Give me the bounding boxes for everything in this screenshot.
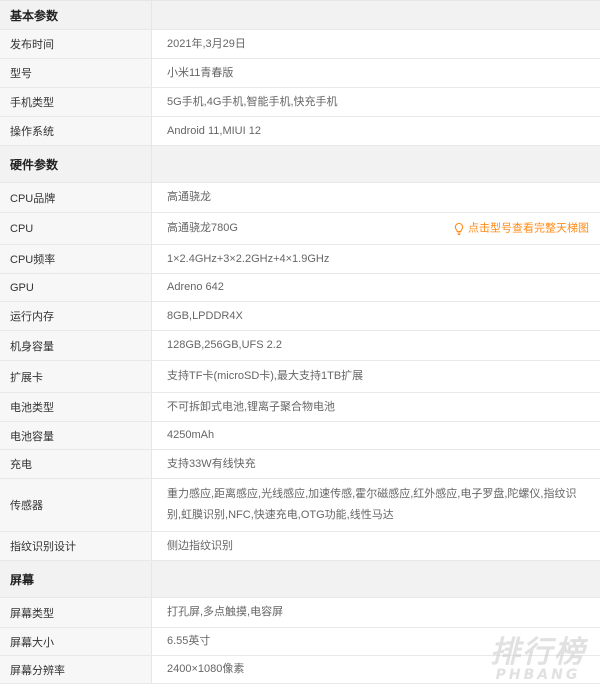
spec-value: 高通骁龙780G	[167, 222, 238, 234]
spec-row-model: 型号 小米11青春版	[0, 59, 600, 88]
spec-value: 支持33W有线快充	[167, 457, 256, 470]
section-title: 基本参数	[0, 1, 152, 29]
watermark-main: 排行榜	[490, 635, 586, 670]
spec-row-cpu-brand: CPU品牌 高通骁龙	[0, 183, 600, 213]
spec-value: 侧边指纹识别	[167, 539, 233, 552]
spec-value: 128GB,256GB,UFS 2.2	[167, 339, 282, 351]
spec-label: 充电	[0, 450, 152, 478]
spec-label: 传感器	[0, 479, 152, 531]
section-header-screen: 屏幕	[0, 561, 600, 598]
tip-text: 点击型号查看完整天梯图	[468, 222, 589, 234]
spec-label: 发布时间	[0, 30, 152, 58]
spec-row-charging: 充电 支持33W有线快充	[0, 450, 600, 479]
spec-label: 指纹识别设计	[0, 532, 152, 560]
lightbulb-icon	[454, 222, 464, 235]
spec-row-os: 操作系统 Android 11,MIUI 12	[0, 117, 600, 146]
section-title: 硬件参数	[0, 146, 152, 182]
ladder-chart-link[interactable]: 点击型号查看完整天梯图	[453, 218, 589, 239]
spec-value: 4250mAh	[167, 429, 215, 441]
spec-value: Adreno 642	[167, 281, 224, 293]
spec-value: 2021年,3月29日	[167, 37, 246, 50]
spec-row-screen-type: 屏幕类型 打孔屏,多点触摸,电容屏	[0, 598, 600, 628]
spec-row-expansion: 扩展卡 支持TF卡(microSD卡),最大支持1TB扩展	[0, 361, 600, 393]
spec-value: Android 11,MIUI 12	[167, 124, 261, 137]
spec-row-battery-capacity: 电池容量 4250mAh	[0, 422, 600, 450]
spec-table: 基本参数 发布时间 2021年,3月29日 型号 小米11青春版 手机类型 5G…	[0, 0, 600, 684]
spec-row-ram: 运行内存 8GB,LPDDR4X	[0, 302, 600, 331]
spec-label: 屏幕类型	[0, 598, 152, 627]
spec-value: 1×2.4GHz+3×2.2GHz+4×1.9GHz	[167, 252, 330, 265]
section-title: 屏幕	[0, 561, 152, 597]
spec-label: CPU品牌	[0, 183, 152, 212]
spec-row-storage: 机身容量 128GB,256GB,UFS 2.2	[0, 331, 600, 361]
spec-value: 8GB,LPDDR4X	[167, 309, 243, 322]
spec-value: 5G手机,4G手机,智能手机,快充手机	[167, 95, 338, 108]
spec-label: 屏幕大小	[0, 628, 152, 655]
spec-value: 不可拆卸式电池,锂离子聚合物电池	[167, 400, 336, 413]
spec-row-cpu-freq: CPU频率 1×2.4GHz+3×2.2GHz+4×1.9GHz	[0, 245, 600, 274]
spec-row-battery-type: 电池类型 不可拆卸式电池,锂离子聚合物电池	[0, 393, 600, 422]
watermark-sub: PHBANG	[495, 667, 581, 683]
spec-label: 操作系统	[0, 117, 152, 145]
spec-label: 屏幕分辨率	[0, 656, 152, 683]
spec-row-release-date: 发布时间 2021年,3月29日	[0, 30, 600, 59]
spec-label: GPU	[0, 274, 152, 301]
spec-value: 打孔屏,多点触摸,电容屏	[167, 606, 284, 618]
spec-label: 电池容量	[0, 422, 152, 449]
spec-value: 高通骁龙	[167, 191, 211, 203]
spec-row-sensors: 传感器 重力感应,距离感应,光线感应,加速传感,霍尔磁感应,红外感应,电子罗盘,…	[0, 479, 600, 532]
spec-row-cpu: CPU 高通骁龙780G 点击型号查看完整天梯图	[0, 213, 600, 245]
section-header-basic: 基本参数	[0, 1, 600, 30]
spec-value: 支持TF卡(microSD卡),最大支持1TB扩展	[167, 370, 364, 382]
section-header-hardware: 硬件参数	[0, 146, 600, 183]
spec-value: 重力感应,距离感应,光线感应,加速传感,霍尔磁感应,红外感应,电子罗盘,陀螺仪,…	[167, 488, 577, 521]
spec-value: 小米11青春版	[167, 66, 234, 79]
spec-label: CPU频率	[0, 245, 152, 273]
spec-label: 机身容量	[0, 331, 152, 360]
spec-label: 扩展卡	[0, 361, 152, 392]
spec-label: 型号	[0, 59, 152, 87]
spec-label: 运行内存	[0, 302, 152, 330]
site-watermark: 排行榜 PHBANG	[490, 635, 586, 683]
spec-label: 手机类型	[0, 88, 152, 116]
spec-row-fingerprint: 指纹识别设计 侧边指纹识别	[0, 532, 600, 561]
spec-row-phone-type: 手机类型 5G手机,4G手机,智能手机,快充手机	[0, 88, 600, 117]
spec-row-gpu: GPU Adreno 642	[0, 274, 600, 302]
spec-label: 电池类型	[0, 393, 152, 421]
spec-label: CPU	[0, 213, 152, 244]
